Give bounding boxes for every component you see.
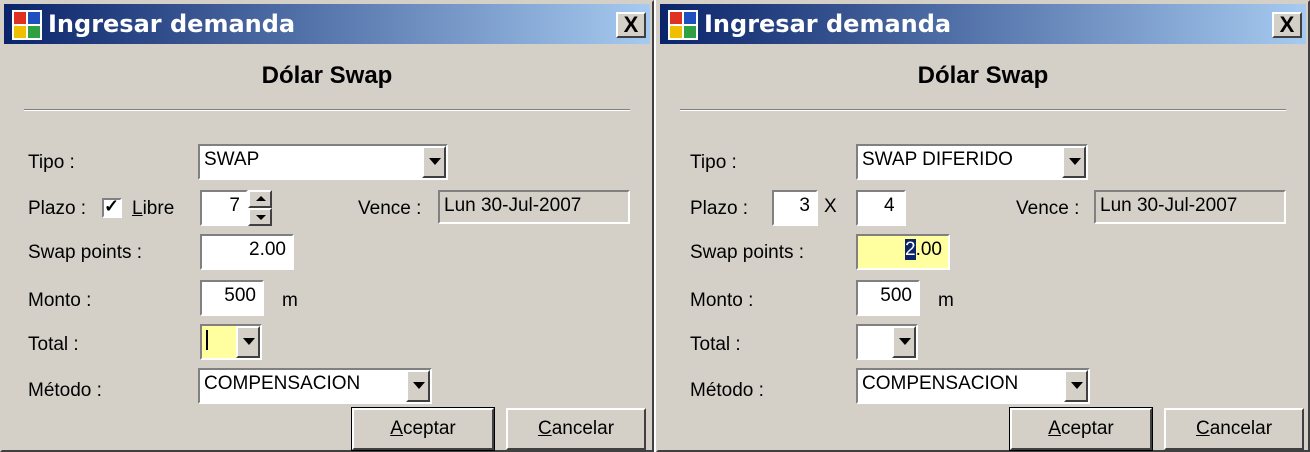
tipo-dropdown-button[interactable] bbox=[1062, 146, 1086, 178]
swap-points-label: Swap points : bbox=[690, 242, 805, 263]
monto-unit: m bbox=[282, 290, 298, 311]
dropdown-arrow-icon bbox=[243, 338, 255, 345]
window-title: Ingresar demanda bbox=[48, 10, 296, 38]
swap-points-label: Swap points : bbox=[28, 242, 143, 263]
dropdown-arrow-icon bbox=[1069, 158, 1081, 165]
swap-points-input[interactable]: 2.00 bbox=[200, 234, 294, 270]
vence-label: Vence : bbox=[1016, 198, 1080, 219]
accept-button[interactable]: Aceptar bbox=[351, 407, 495, 451]
metodo-select[interactable]: COMPENSACION bbox=[856, 368, 1090, 404]
vence-field: Lun 30-Jul-2007 bbox=[1094, 190, 1286, 224]
metodo-dropdown-button[interactable] bbox=[406, 370, 430, 402]
total-label: Total : bbox=[28, 334, 79, 355]
accept-button[interactable]: Aceptar bbox=[1009, 407, 1153, 451]
swap-points-selected-text: 2 bbox=[905, 239, 916, 260]
swap-points-input[interactable]: 2.00 bbox=[856, 234, 950, 270]
app-logo-icon bbox=[12, 10, 42, 40]
swap-points-value: 2.00 bbox=[249, 239, 286, 260]
plazo-to-input[interactable]: 4 bbox=[856, 190, 906, 226]
libre-checkbox[interactable]: ✓ bbox=[102, 196, 122, 218]
spin-down-button[interactable] bbox=[248, 208, 272, 226]
plazo-label: Plazo : bbox=[690, 198, 749, 219]
plazo-to-value: 4 bbox=[884, 195, 895, 216]
plazo-from-value: 3 bbox=[799, 195, 810, 216]
title-bar[interactable]: Ingresar demanda X bbox=[4, 4, 650, 44]
metodo-label: Método : bbox=[28, 380, 102, 401]
text-cursor bbox=[206, 329, 208, 350]
close-button[interactable]: X bbox=[1272, 12, 1302, 38]
monto-value: 500 bbox=[880, 285, 912, 306]
close-button[interactable]: X bbox=[616, 12, 646, 38]
separator bbox=[680, 109, 1286, 111]
tipo-select[interactable]: SWAP DIFERIDO bbox=[856, 144, 1088, 180]
plazo-from-input[interactable]: 3 bbox=[772, 190, 818, 226]
metodo-dropdown-button[interactable] bbox=[1064, 370, 1088, 402]
tipo-dropdown-button[interactable] bbox=[422, 146, 446, 178]
dropdown-arrow-icon bbox=[1071, 382, 1083, 389]
checkmark-icon: ✓ bbox=[104, 196, 120, 216]
plazo-spinner[interactable] bbox=[248, 190, 272, 226]
dialog-heading: Dólar Swap bbox=[261, 62, 393, 89]
dropdown-arrow-icon bbox=[413, 382, 425, 389]
vence-field: Lun 30-Jul-2007 bbox=[438, 190, 630, 224]
metodo-value: COMPENSACION bbox=[862, 373, 1019, 394]
vence-value: Lun 30-Jul-2007 bbox=[444, 195, 582, 216]
swap-points-rest-text: .00 bbox=[915, 239, 942, 260]
total-select[interactable] bbox=[856, 324, 918, 360]
total-dropdown-button[interactable] bbox=[892, 326, 916, 358]
spin-up-button[interactable] bbox=[248, 190, 272, 208]
monto-label: Monto : bbox=[28, 290, 92, 311]
dropdown-arrow-icon bbox=[899, 338, 911, 345]
monto-unit: m bbox=[938, 290, 954, 311]
tipo-label: Tipo : bbox=[28, 152, 75, 173]
window-title: Ingresar demanda bbox=[704, 10, 952, 38]
dialog-window-swap-diferido: Ingresar demanda X Dólar Swap Tipo : SWA… bbox=[656, 0, 1310, 452]
close-icon: X bbox=[623, 12, 639, 37]
metodo-label: Método : bbox=[690, 380, 764, 401]
plazo-separator: X bbox=[824, 196, 837, 217]
spin-down-icon bbox=[256, 215, 266, 220]
tipo-value: SWAP DIFERIDO bbox=[862, 149, 1013, 170]
monto-input[interactable]: 500 bbox=[856, 280, 920, 316]
dropdown-arrow-icon bbox=[429, 158, 441, 165]
vence-value: Lun 30-Jul-2007 bbox=[1100, 195, 1238, 216]
monto-input[interactable]: 500 bbox=[200, 280, 264, 316]
app-logo-icon bbox=[668, 10, 698, 40]
dialog-heading: Dólar Swap bbox=[917, 62, 1049, 89]
swap-points-value: 2.00 bbox=[905, 239, 942, 261]
total-select[interactable] bbox=[200, 324, 262, 360]
tipo-label: Tipo : bbox=[690, 152, 737, 173]
spin-up-icon bbox=[256, 196, 266, 201]
total-label: Total : bbox=[690, 334, 741, 355]
tipo-select[interactable]: SWAP bbox=[198, 144, 448, 180]
metodo-value: COMPENSACION bbox=[204, 373, 361, 394]
vence-label: Vence : bbox=[358, 198, 422, 219]
cancel-button[interactable]: Cancelar bbox=[506, 408, 646, 450]
libre-label[interactable]: Libre bbox=[132, 198, 174, 220]
total-dropdown-button[interactable] bbox=[236, 326, 260, 358]
close-icon: X bbox=[1279, 12, 1295, 37]
monto-value: 500 bbox=[224, 285, 256, 306]
cancel-button[interactable]: Cancelar bbox=[1164, 408, 1304, 450]
plazo-input[interactable]: 7 bbox=[200, 190, 248, 226]
dialog-window-swap: Ingresar demanda X Dólar Swap Tipo : SWA… bbox=[0, 0, 654, 452]
monto-label: Monto : bbox=[690, 290, 754, 311]
plazo-value: 7 bbox=[229, 195, 240, 216]
total-value bbox=[206, 329, 208, 351]
metodo-select[interactable]: COMPENSACION bbox=[198, 368, 432, 404]
plazo-label: Plazo : bbox=[28, 198, 87, 219]
title-bar[interactable]: Ingresar demanda X bbox=[660, 4, 1306, 44]
tipo-value: SWAP bbox=[204, 149, 260, 170]
separator bbox=[24, 109, 630, 111]
